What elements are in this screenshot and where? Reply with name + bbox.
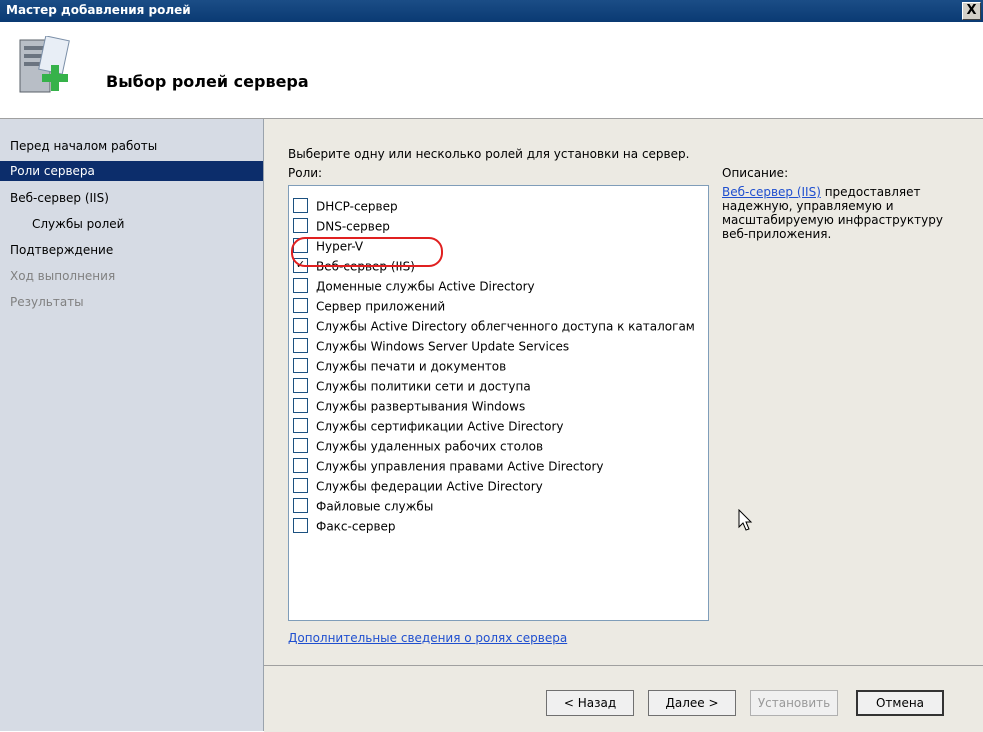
role-label: Службы управления правами Active Directo… [316, 459, 604, 474]
role-label: Службы федерации Active Directory [316, 479, 543, 494]
role-checkbox[interactable] [293, 478, 308, 493]
role-item-ad-fs[interactable]: Службы федерации Active Directory [293, 476, 543, 496]
wizard-header: Выбор ролей сервера [0, 22, 983, 119]
role-item-dhcp[interactable]: DHCP-сервер [293, 196, 398, 216]
role-label: Файловые службы [316, 499, 434, 514]
role-checkbox[interactable] [293, 198, 308, 213]
nav-item-role-services[interactable]: Службы ролей [32, 217, 124, 231]
role-label: Службы печати и документов [316, 359, 507, 374]
role-checkbox[interactable] [293, 438, 308, 453]
role-label: Службы сертификации Active Directory [316, 419, 564, 434]
nav-item-confirmation[interactable]: Подтверждение [10, 243, 113, 257]
highlight-ellipse [291, 237, 443, 267]
wizard-footer: < Назад Далее > Установить Отмена [264, 665, 983, 732]
next-button[interactable]: Далее > [648, 690, 736, 716]
role-label: Доменные службы Active Directory [316, 279, 535, 294]
role-checkbox[interactable] [293, 398, 308, 413]
role-label: DHCP-сервер [316, 199, 398, 214]
wizard-nav: Перед началом работы Роли сервера Веб-се… [0, 119, 264, 731]
role-item-dns[interactable]: DNS-сервер [293, 216, 390, 236]
role-checkbox[interactable] [293, 358, 308, 373]
nav-item-progress: Ход выполнения [10, 269, 116, 283]
role-item-ad-lds[interactable]: Службы Active Directory облегченного дос… [293, 316, 695, 336]
role-label: Службы Active Directory облегченного дос… [316, 319, 695, 334]
role-label: Службы политики сети и доступа [316, 379, 531, 394]
role-label: Факс-сервер [316, 519, 396, 534]
cancel-button[interactable]: Отмена [856, 690, 944, 716]
nav-item-before-you-begin[interactable]: Перед началом работы [10, 139, 157, 153]
more-info-link[interactable]: Дополнительные сведения о ролях сервера [288, 631, 567, 645]
close-button[interactable]: X [962, 2, 981, 20]
roles-list[interactable]: DHCP-сервер DNS-сервер Hyper-V ✓ Веб-серв… [288, 185, 709, 621]
role-item-ad-rms[interactable]: Службы управления правами Active Directo… [293, 456, 604, 476]
role-label: Службы развертывания Windows [316, 399, 526, 414]
role-label: Сервер приложений [316, 299, 446, 314]
role-item-ad-ds[interactable]: Доменные службы Active Directory [293, 276, 535, 296]
role-item-wds[interactable]: Службы развертывания Windows [293, 396, 525, 416]
roles-label: Роли: [288, 166, 323, 180]
role-checkbox[interactable] [293, 458, 308, 473]
role-item-rds[interactable]: Службы удаленных рабочих столов [293, 436, 543, 456]
role-checkbox[interactable] [293, 318, 308, 333]
role-label: Службы удаленных рабочих столов [316, 439, 544, 454]
role-item-app-server[interactable]: Сервер приложений [293, 296, 445, 316]
nav-item-server-roles[interactable]: Роли сервера [0, 161, 263, 181]
install-button: Установить [750, 690, 838, 716]
nav-item-web-server[interactable]: Веб-сервер (IIS) [10, 191, 109, 205]
role-item-ad-cs[interactable]: Службы сертификации Active Directory [293, 416, 564, 436]
role-item-print[interactable]: Службы печати и документов [293, 356, 506, 376]
role-item-fax[interactable]: Факс-сервер [293, 516, 396, 536]
description-role-link[interactable]: Веб-сервер (IIS) [722, 185, 821, 199]
role-checkbox[interactable] [293, 278, 308, 293]
role-checkbox[interactable] [293, 518, 308, 533]
page-title: Выбор ролей сервера [106, 72, 309, 91]
description-label: Описание: [722, 166, 789, 180]
window-title: Мастер добавления ролей [6, 3, 191, 17]
back-button[interactable]: < Назад [546, 690, 634, 716]
main-content: Выберите одну или несколько ролей для ус… [264, 119, 983, 665]
role-label: Службы Windows Server Update Services [316, 339, 570, 354]
role-label: DNS-сервер [316, 219, 390, 234]
role-item-wsus[interactable]: Службы Windows Server Update Services [293, 336, 569, 356]
instruction-text: Выберите одну или несколько ролей для ус… [288, 147, 690, 161]
role-checkbox[interactable] [293, 298, 308, 313]
role-checkbox[interactable] [293, 338, 308, 353]
role-description: Веб-сервер (IIS) предоставляет надежную,… [722, 185, 966, 241]
nav-item-results: Результаты [10, 295, 84, 309]
role-item-file-services[interactable]: Файловые службы [293, 496, 433, 516]
role-checkbox[interactable] [293, 498, 308, 513]
role-checkbox[interactable] [293, 418, 308, 433]
role-checkbox[interactable] [293, 378, 308, 393]
role-item-npas[interactable]: Службы политики сети и доступа [293, 376, 531, 396]
title-bar: Мастер добавления ролей X [0, 0, 983, 22]
role-checkbox[interactable] [293, 218, 308, 233]
server-add-icon [19, 36, 70, 93]
mouse-cursor-icon [738, 509, 753, 531]
